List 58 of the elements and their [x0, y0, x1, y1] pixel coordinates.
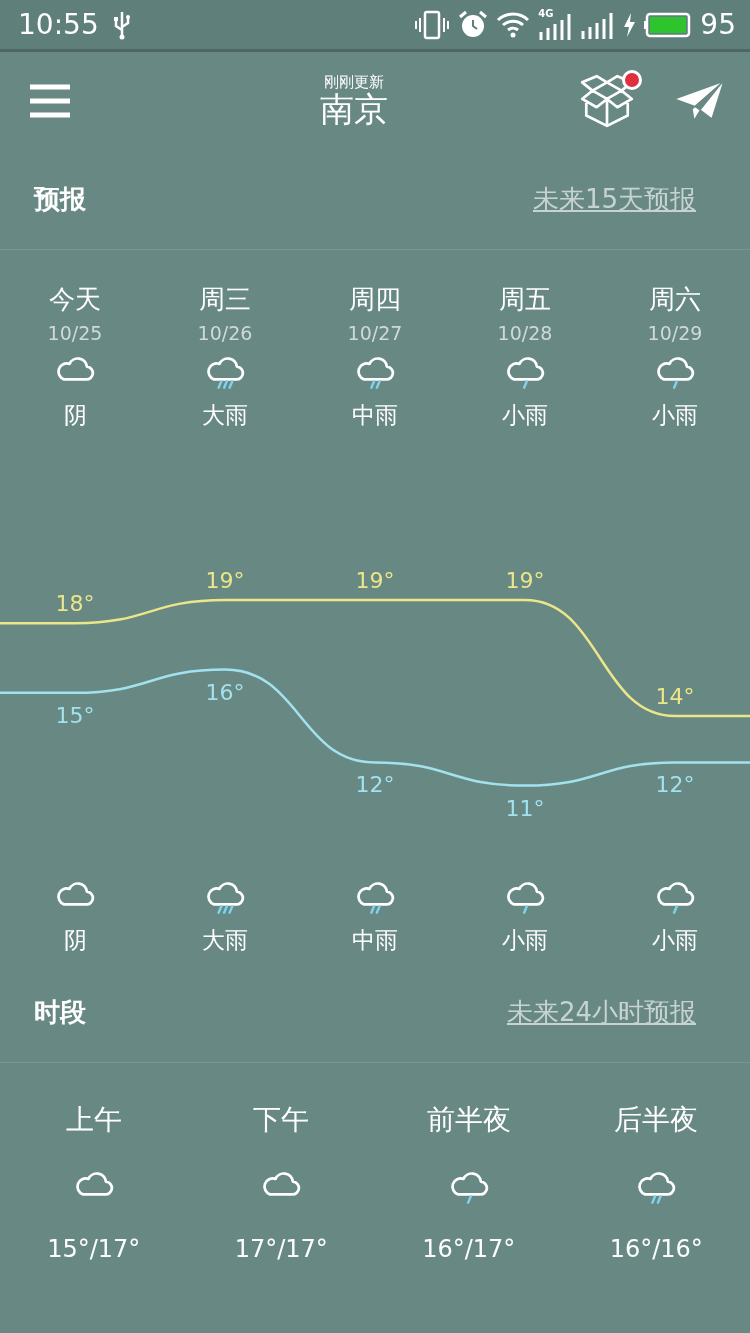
temperature-label: 14° [655, 684, 695, 709]
temperature-label: 12° [355, 772, 395, 798]
date-label: 10/28 [497, 321, 553, 347]
weather-label: 中雨 [352, 926, 398, 955]
alarm-clock-icon [458, 9, 489, 40]
temperature-label: 19° [505, 568, 545, 593]
temperature-label: 18° [55, 591, 95, 617]
date-label: 10/27 [347, 321, 403, 347]
weather-label: 大雨 [202, 926, 248, 955]
menu-button[interactable] [30, 84, 70, 118]
forecast-link[interactable]: 未来24小时预报 [506, 993, 696, 1032]
temperature-label: 16° [205, 679, 245, 705]
date-label: 10/29 [647, 321, 703, 347]
weather-label: 阴 [63, 400, 87, 430]
box-button[interactable] [578, 74, 636, 128]
temperature-range: 17°/17° [234, 1234, 328, 1265]
clock-time: 10:55 [18, 6, 99, 43]
signal-bars-icon [580, 10, 615, 39]
city-name: 南京 [320, 90, 388, 128]
day-name: 周六 [649, 284, 701, 316]
vibrate-icon [414, 9, 451, 40]
period-section-title: 时段 [34, 996, 86, 1029]
date-label: 10/25 [47, 321, 103, 347]
temperature-range: 16°/17° [422, 1234, 516, 1265]
period-name: 下午 [253, 1102, 310, 1138]
weather-label: 中雨 [352, 400, 398, 430]
forecast-link[interactable]: 未来15天预报 [532, 180, 696, 219]
weather-label: 小雨 [652, 400, 698, 430]
temperature-label: 19° [355, 568, 395, 593]
temperature-range: 15°/17° [47, 1234, 141, 1265]
temperature-label: 15° [55, 702, 95, 728]
menu-icon [30, 84, 70, 118]
update-status: 刚刚更新 [324, 74, 384, 91]
day-name: 周四 [349, 284, 401, 316]
date-label: 10/26 [197, 321, 253, 347]
temperature-label: 19° [205, 568, 245, 593]
day-name: 周五 [499, 284, 551, 316]
weather-label: 阴 [63, 926, 87, 955]
period-name: 前半夜 [426, 1102, 511, 1138]
charging-bolt-icon [622, 11, 637, 38]
battery-icon [644, 11, 693, 38]
period-name: 上午 [65, 1102, 122, 1138]
weather-label: 大雨 [202, 400, 248, 430]
weather-label: 小雨 [502, 926, 548, 955]
temperature-label: 11° [505, 795, 545, 821]
period-name: 后半夜 [614, 1102, 699, 1138]
forecast-section-title: 预报 [34, 183, 86, 216]
wifi-icon [496, 10, 531, 39]
temperature-range: 16°/16° [609, 1234, 703, 1265]
day-name: 今天 [49, 284, 101, 316]
network-type-label: 4G [538, 6, 554, 21]
weather-label: 小雨 [502, 400, 548, 430]
signal-bars-icon [538, 11, 573, 40]
temperature-label: 12° [655, 772, 695, 798]
day-name: 周三 [199, 284, 251, 316]
open-box-icon [578, 74, 636, 128]
battery-percent: 95 [700, 6, 736, 43]
weather-label: 小雨 [652, 926, 698, 955]
